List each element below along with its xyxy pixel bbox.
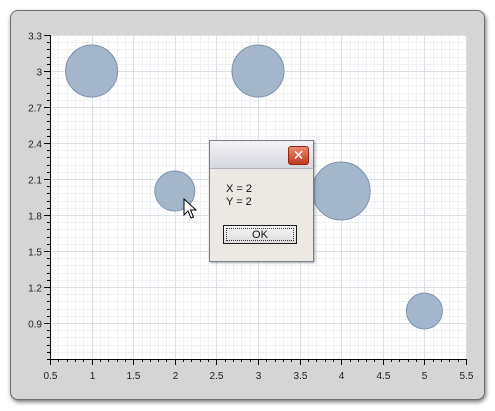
- x-tick-label: 5.5: [460, 371, 474, 382]
- ok-button[interactable]: OK: [223, 225, 297, 244]
- y-tick-label: 3.3: [28, 32, 42, 43]
- x-tick-label: 4: [339, 371, 345, 382]
- y-tick-label: 2.7: [28, 104, 42, 115]
- y-tick-label: 0.9: [28, 320, 42, 331]
- x-tick-label: 2.5: [210, 371, 224, 382]
- y-tick-label: 1.5: [28, 248, 42, 259]
- y-tick-label: 1.2: [28, 284, 42, 295]
- message-box: ✕ X = 2 Y = 2 OK: [209, 140, 314, 262]
- y-tick-label: 2.4: [28, 140, 42, 151]
- ok-button-label: OK: [226, 228, 294, 241]
- message-text-y: Y = 2: [226, 196, 252, 208]
- message-text-x: X = 2: [226, 183, 252, 195]
- bubble-point: [231, 44, 285, 98]
- bubble-point: [405, 292, 443, 330]
- x-tick-label: 3.5: [294, 371, 308, 382]
- x-tick-label: 3: [256, 371, 262, 382]
- close-icon: ✕: [292, 147, 305, 163]
- x-tick-label: 1: [90, 371, 96, 382]
- close-button[interactable]: ✕: [288, 146, 309, 165]
- y-tick-label: 2.1: [28, 176, 42, 187]
- x-tick-label: 1.5: [127, 371, 141, 382]
- y-tick-label: 3: [36, 68, 42, 79]
- message-box-titlebar[interactable]: ✕: [210, 141, 313, 169]
- x-tick-label: 2: [173, 371, 179, 382]
- bubble-point: [311, 161, 371, 221]
- mouse-cursor-icon: [183, 198, 197, 219]
- bubble-point: [65, 44, 119, 98]
- y-tick-label: 1.8: [28, 212, 42, 223]
- x-tick-label: 5: [422, 371, 428, 382]
- x-tick-label: 0.5: [44, 371, 58, 382]
- x-tick-label: 4.5: [377, 371, 391, 382]
